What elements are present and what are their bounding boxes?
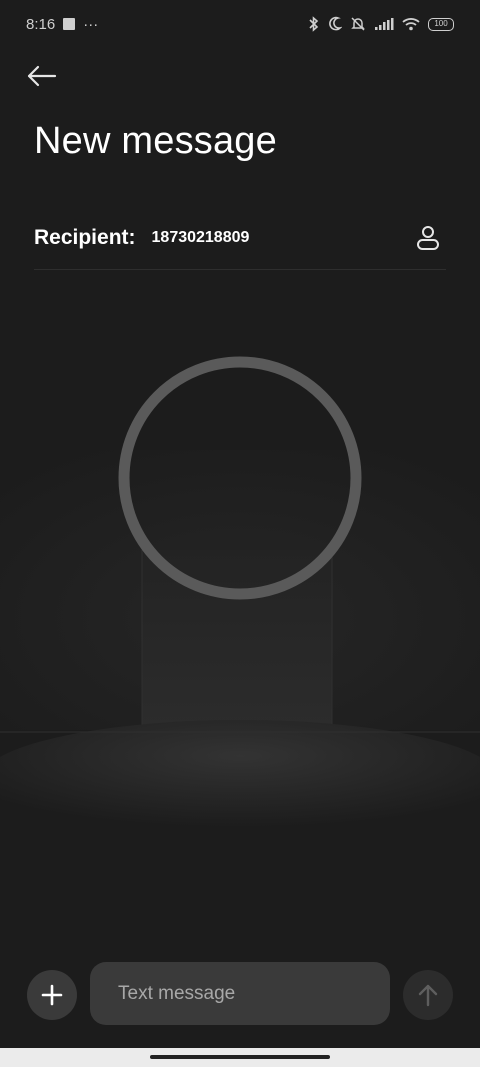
arrow-up-icon: [418, 984, 438, 1007]
signal-icon: [375, 18, 394, 30]
wifi-icon: [402, 18, 420, 31]
back-arrow-icon: [27, 65, 57, 87]
navigation-bar: [0, 1048, 480, 1067]
empty-state-illustration: [0, 356, 480, 840]
back-button[interactable]: [24, 58, 60, 94]
message-input[interactable]: [116, 981, 364, 1006]
recipient-divider: [34, 269, 446, 270]
bluetooth-icon: [309, 16, 319, 32]
status-time: 8:16: [26, 15, 56, 33]
page-title: New message: [34, 120, 277, 162]
status-left: 8:16 ···: [26, 16, 98, 33]
recipient-input[interactable]: [151, 223, 410, 253]
contact-picker-button[interactable]: [410, 220, 446, 256]
notification-icon: [63, 18, 76, 30]
person-icon: [417, 226, 439, 250]
recipient-label: Recipient:: [34, 226, 136, 249]
status-right: 100: [308, 16, 454, 32]
status-bar: 8:16 ··· 100: [0, 0, 480, 48]
send-button[interactable]: [403, 970, 453, 1020]
moon-icon: [329, 16, 342, 31]
recipient-row: Recipient:: [34, 214, 446, 262]
attach-button[interactable]: [27, 970, 77, 1020]
muted-bell-icon: [351, 17, 365, 31]
home-indicator[interactable]: [150, 1055, 330, 1059]
more-notifications-icon: ···: [83, 15, 99, 33]
message-field[interactable]: [90, 962, 390, 1025]
battery-icon: 100: [428, 17, 454, 31]
composer-bar: [0, 962, 480, 1026]
plus-icon: [41, 984, 63, 1006]
